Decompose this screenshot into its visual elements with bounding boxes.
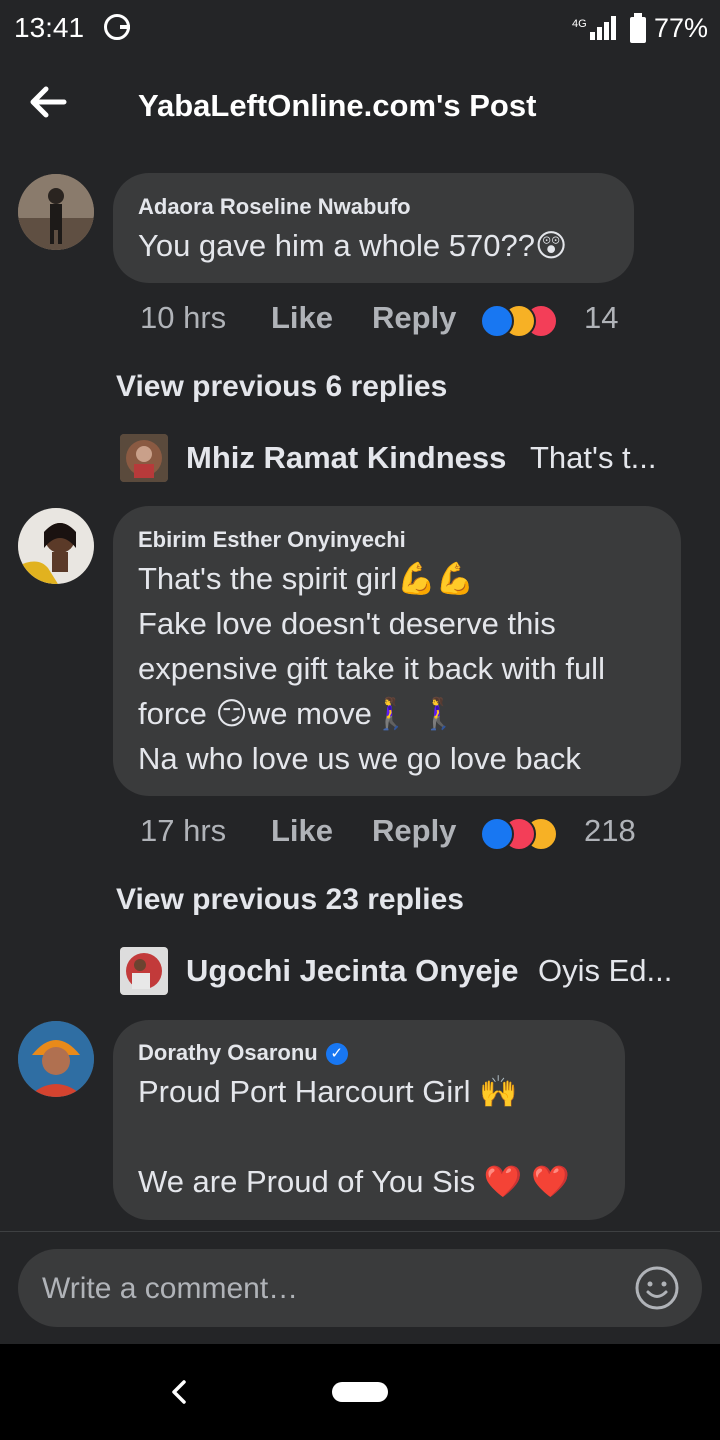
- comment-text: That's the spirit girl💪💪 Fake love doesn…: [138, 561, 605, 776]
- reaction-summary[interactable]: [480, 817, 580, 851]
- reaction-count: 14: [584, 300, 619, 335]
- reply-button[interactable]: Reply: [372, 813, 456, 849]
- latest-reply-preview[interactable]: Ugochi Jecinta Onyeje Oyis Ed...: [120, 947, 700, 997]
- comment-actions: 10 hrs Like Reply 14: [140, 300, 700, 340]
- avatar[interactable]: [18, 174, 94, 250]
- app-header: YabaLeftOnline.com's Post: [0, 62, 720, 152]
- comment-composer[interactable]: [18, 1249, 702, 1329]
- battery-percent: 77%: [654, 13, 709, 43]
- divider: [0, 1231, 720, 1232]
- avatar-image: [18, 508, 94, 584]
- reply-author: Ugochi Jecinta Onyeje: [186, 953, 519, 988]
- page-title: YabaLeftOnline.com's Post: [138, 88, 537, 123]
- avatar-image: [18, 174, 94, 250]
- comment-text: Proud Port Harcourt Girl 🙌 We are Proud …: [138, 1074, 570, 1199]
- like-reaction-icon: [480, 304, 514, 338]
- comment-author[interactable]: Dorathy Osaronu ✓: [138, 1040, 348, 1066]
- like-button[interactable]: Like: [271, 300, 333, 336]
- back-arrow-icon[interactable]: [26, 80, 70, 124]
- verified-badge-icon: ✓: [325, 1043, 348, 1066]
- comment-text: You gave him a whole 570??😲: [138, 228, 568, 263]
- view-previous-replies[interactable]: View previous 6 replies: [116, 370, 447, 404]
- reaction-count: 218: [584, 813, 636, 848]
- reply-author: Mhiz Ramat Kindness: [186, 440, 507, 475]
- reply-text: Oyis Ed...: [538, 953, 673, 988]
- avatar[interactable]: [18, 508, 94, 584]
- status-time: 13:41: [14, 12, 85, 43]
- comment-author-name: Dorathy Osaronu: [138, 1040, 318, 1065]
- google-icon: [104, 14, 130, 40]
- reply-text: That's t...: [530, 440, 657, 475]
- view-previous-replies[interactable]: View previous 23 replies: [116, 883, 464, 917]
- reply-avatar: [120, 434, 168, 482]
- comment-time: 17 hrs: [140, 813, 227, 848]
- comment-time: 10 hrs: [140, 300, 227, 335]
- avatar-image: [18, 1021, 94, 1097]
- reply-button[interactable]: Reply: [372, 300, 456, 336]
- latest-reply-preview[interactable]: Mhiz Ramat Kindness That's t...: [120, 434, 700, 484]
- comment-actions: 17 hrs Like Reply 218: [140, 813, 700, 853]
- battery-icon: [630, 13, 646, 43]
- emoji-icon[interactable]: [634, 1265, 680, 1311]
- system-navigation-bar: [0, 1344, 720, 1440]
- like-button[interactable]: Like: [271, 813, 333, 849]
- status-bar: 13:41 4G 77%: [0, 0, 720, 62]
- reply-avatar: [120, 947, 168, 995]
- nav-back-icon[interactable]: [168, 1374, 192, 1410]
- like-reaction-icon: [480, 817, 514, 851]
- avatar[interactable]: [18, 1021, 94, 1097]
- comment-author[interactable]: Adaora Roseline Nwabufo: [138, 194, 411, 220]
- comment-author[interactable]: Ebirim Esther Onyinyechi: [138, 527, 406, 553]
- reaction-summary[interactable]: [480, 304, 580, 338]
- network-type: 4G: [572, 18, 587, 30]
- nav-home-pill[interactable]: [332, 1382, 388, 1402]
- comment-input[interactable]: [40, 1249, 624, 1329]
- signal-icon: [590, 16, 620, 40]
